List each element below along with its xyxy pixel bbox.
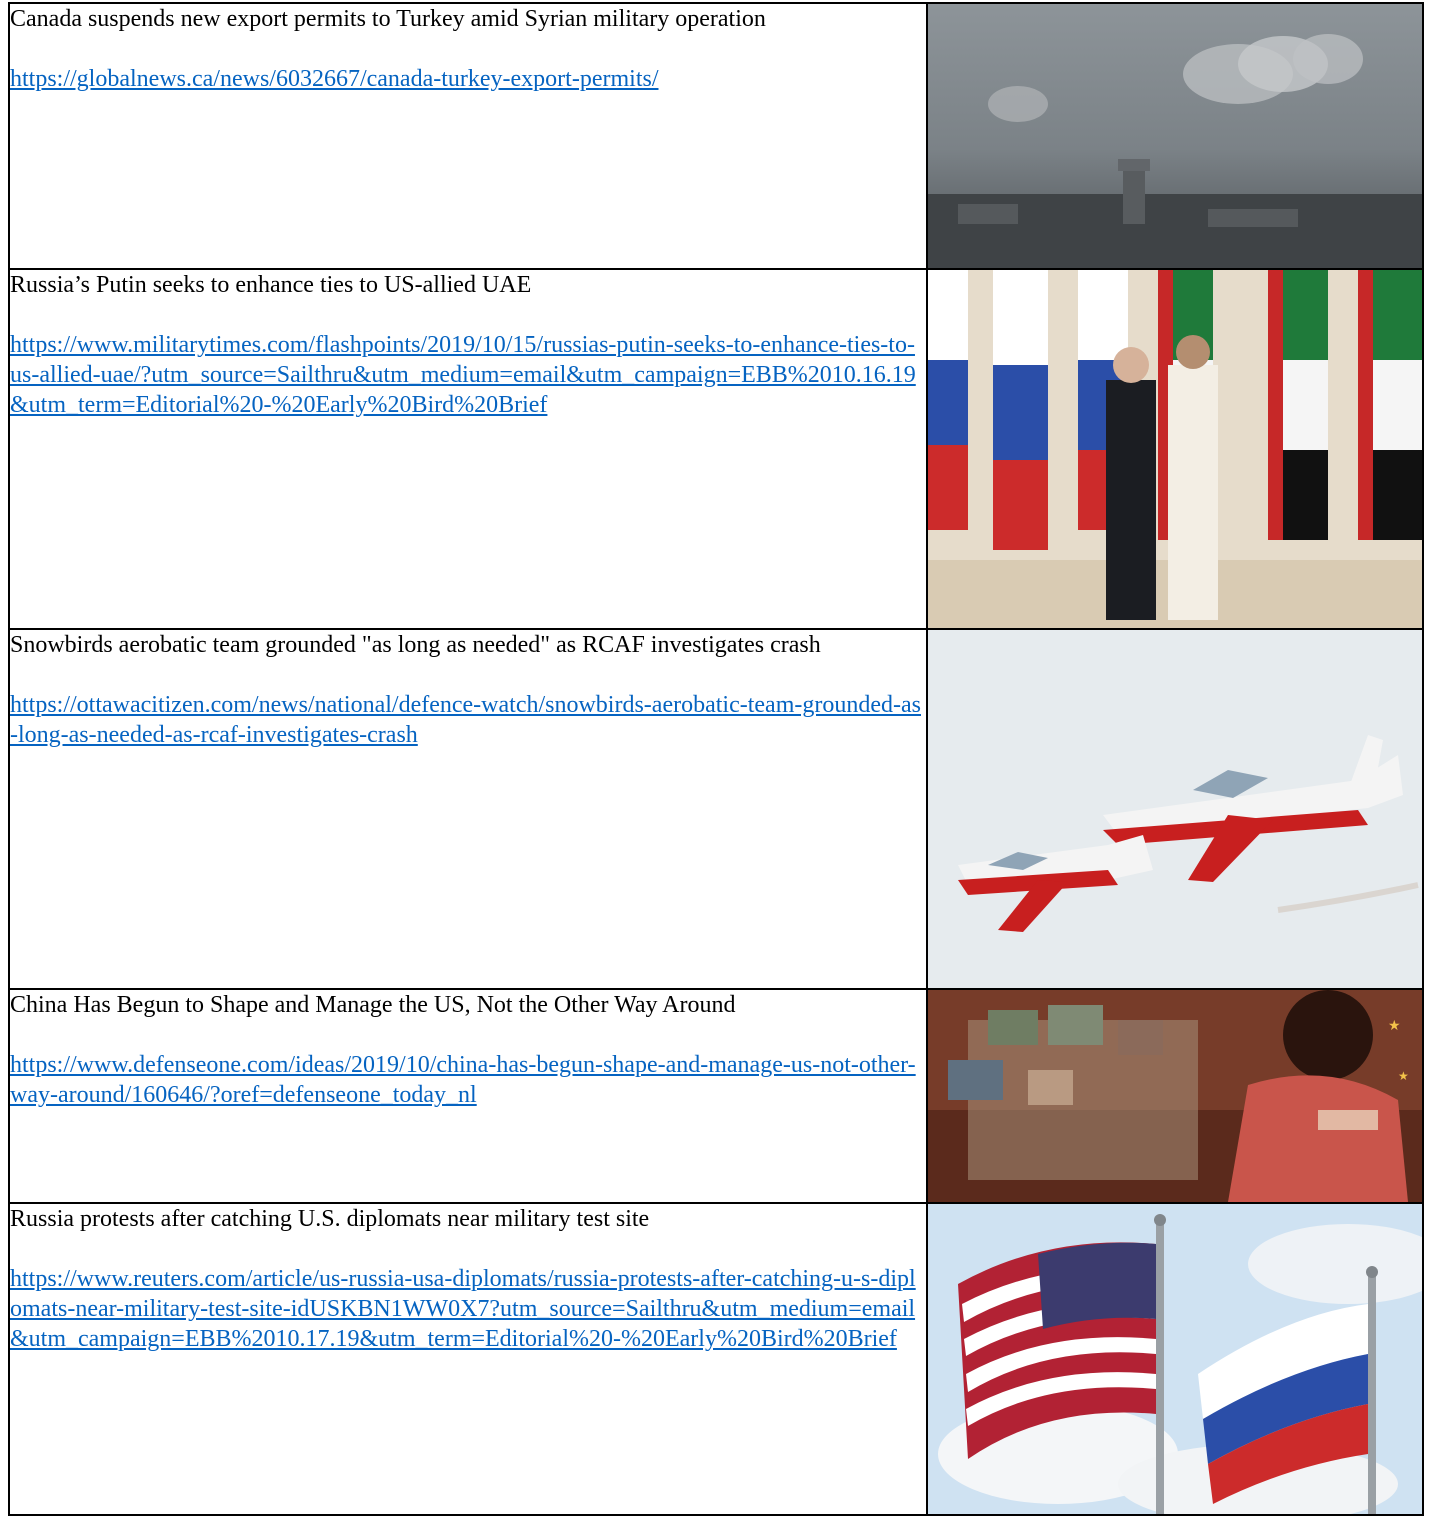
leaders-handshake-flags-photo <box>928 270 1422 628</box>
article-image-cell <box>926 1202 1424 1516</box>
jets-in-flight-photo <box>928 630 1422 988</box>
article-link[interactable]: https://www.reuters.com/article/us-russi… <box>10 1264 926 1354</box>
article-text-cell: China Has Begun to Shape and Manage the … <box>8 988 928 1204</box>
animated-girl-map-photo: ★ ★ <box>928 990 1422 1202</box>
article-image-cell <box>926 268 1424 630</box>
us-russia-flags-photo <box>928 1204 1422 1514</box>
article-text-cell: Russia’s Putin seeks to enhance ties to … <box>8 268 928 630</box>
svg-text:★: ★ <box>1398 1069 1409 1083</box>
article-link[interactable]: https://www.militarytimes.com/flashpoint… <box>10 330 926 420</box>
article-link[interactable]: https://globalnews.ca/news/6032667/canad… <box>10 64 926 94</box>
table-row: Russia protests after catching U.S. dipl… <box>8 1202 1424 1516</box>
article-title: China Has Begun to Shape and Manage the … <box>10 992 736 1018</box>
news-table: Canada suspends new export permits to Tu… <box>8 2 1424 1516</box>
article-title: Russia’s Putin seeks to enhance ties to … <box>10 272 532 298</box>
table-row: China Has Begun to Shape and Manage the … <box>8 988 1424 1204</box>
article-link[interactable]: https://www.defenseone.com/ideas/2019/10… <box>10 1050 926 1110</box>
article-title: Snowbirds aerobatic team grounded "as lo… <box>10 632 821 658</box>
article-title: Russia protests after catching U.S. dipl… <box>10 1206 650 1232</box>
article-image-cell <box>926 628 1424 990</box>
svg-text:★: ★ <box>1388 1018 1401 1034</box>
table-row: Russia’s Putin seeks to enhance ties to … <box>8 268 1424 630</box>
table-row: Snowbirds aerobatic team grounded "as lo… <box>8 628 1424 990</box>
article-text-cell: Canada suspends new export permits to Tu… <box>8 2 928 270</box>
article-image-cell <box>926 2 1424 270</box>
smoke-over-city-photo <box>928 4 1422 268</box>
article-link[interactable]: https://ottawacitizen.com/news/national/… <box>10 690 926 750</box>
table-row: Canada suspends new export permits to Tu… <box>8 2 1424 270</box>
article-image-cell: ★ ★ <box>926 988 1424 1204</box>
article-text-cell: Snowbirds aerobatic team grounded "as lo… <box>8 628 928 990</box>
article-text-cell: Russia protests after catching U.S. dipl… <box>8 1202 928 1516</box>
article-title: Canada suspends new export permits to Tu… <box>10 6 766 32</box>
